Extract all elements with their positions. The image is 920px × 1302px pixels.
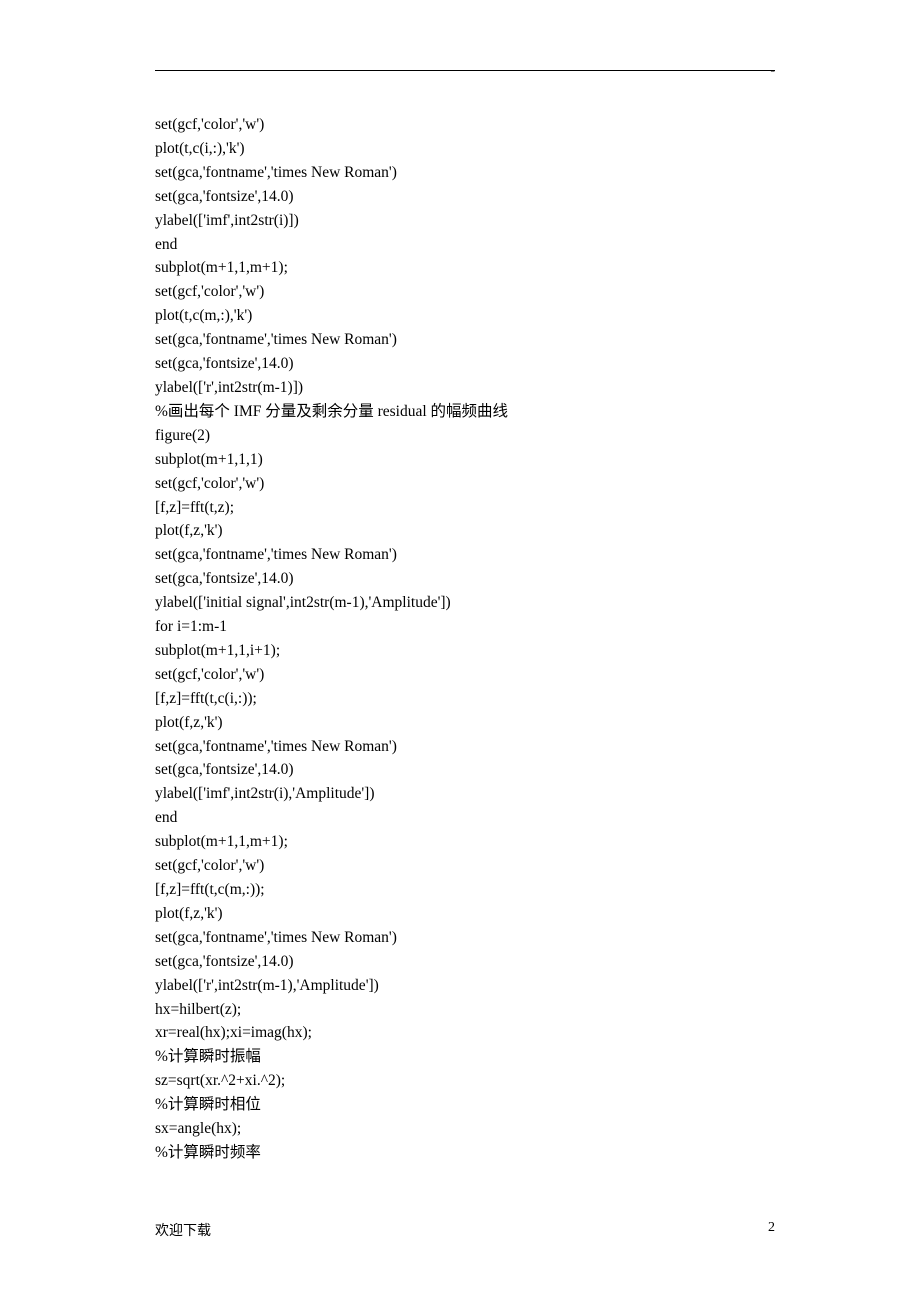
document-page: - set(gcf,'color','w') plot(t,c(i,:),'k'… <box>0 0 920 1302</box>
footer-left: 欢迎下载 <box>155 1220 211 1240</box>
header-dash: - <box>770 63 775 79</box>
code-block: set(gcf,'color','w') plot(t,c(i,:),'k') … <box>155 113 775 1165</box>
header-rule <box>155 70 775 71</box>
page-footer: 欢迎下载 2 <box>155 1220 775 1240</box>
page-number: 2 <box>768 1220 775 1240</box>
